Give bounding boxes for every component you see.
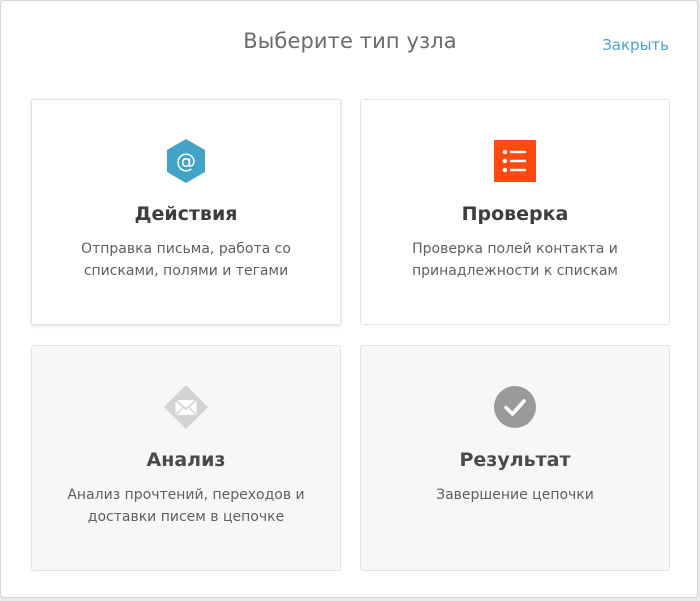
envelope-diamond-icon xyxy=(163,384,209,430)
node-card-result[interactable]: Результат Завершение цепочки xyxy=(360,345,670,571)
checkmark-circle-icon xyxy=(492,384,538,430)
card-description: Анализ прочтений, переходов и доставки п… xyxy=(67,487,305,525)
card-description: Отправка письма, работа со списками, пол… xyxy=(81,241,291,279)
close-button[interactable]: Закрыть xyxy=(602,36,669,54)
card-title: Действия xyxy=(134,203,238,225)
node-card-actions[interactable]: @ Действия Отправка письма, работа со сп… xyxy=(31,99,341,325)
at-sign-hexagon-icon: @ xyxy=(163,138,209,184)
card-title: Проверка xyxy=(461,203,569,225)
card-title: Анализ xyxy=(146,449,226,471)
node-card-analysis[interactable]: Анализ Анализ прочтений, переходов и дос… xyxy=(31,345,341,571)
dialog-title: Выберите тип узла xyxy=(243,29,457,53)
card-description: Завершение цепочки xyxy=(436,487,594,503)
svg-text:@: @ xyxy=(176,149,196,173)
checklist-icon xyxy=(492,138,538,184)
node-card-check[interactable]: Проверка Проверка полей контакта и прина… xyxy=(360,99,670,325)
card-description: Проверка полей контакта и принадлежности… xyxy=(412,241,618,279)
card-title: Результат xyxy=(459,449,571,471)
node-type-dialog: Выберите тип узла Закрыть @ Действия Отп… xyxy=(0,0,698,598)
